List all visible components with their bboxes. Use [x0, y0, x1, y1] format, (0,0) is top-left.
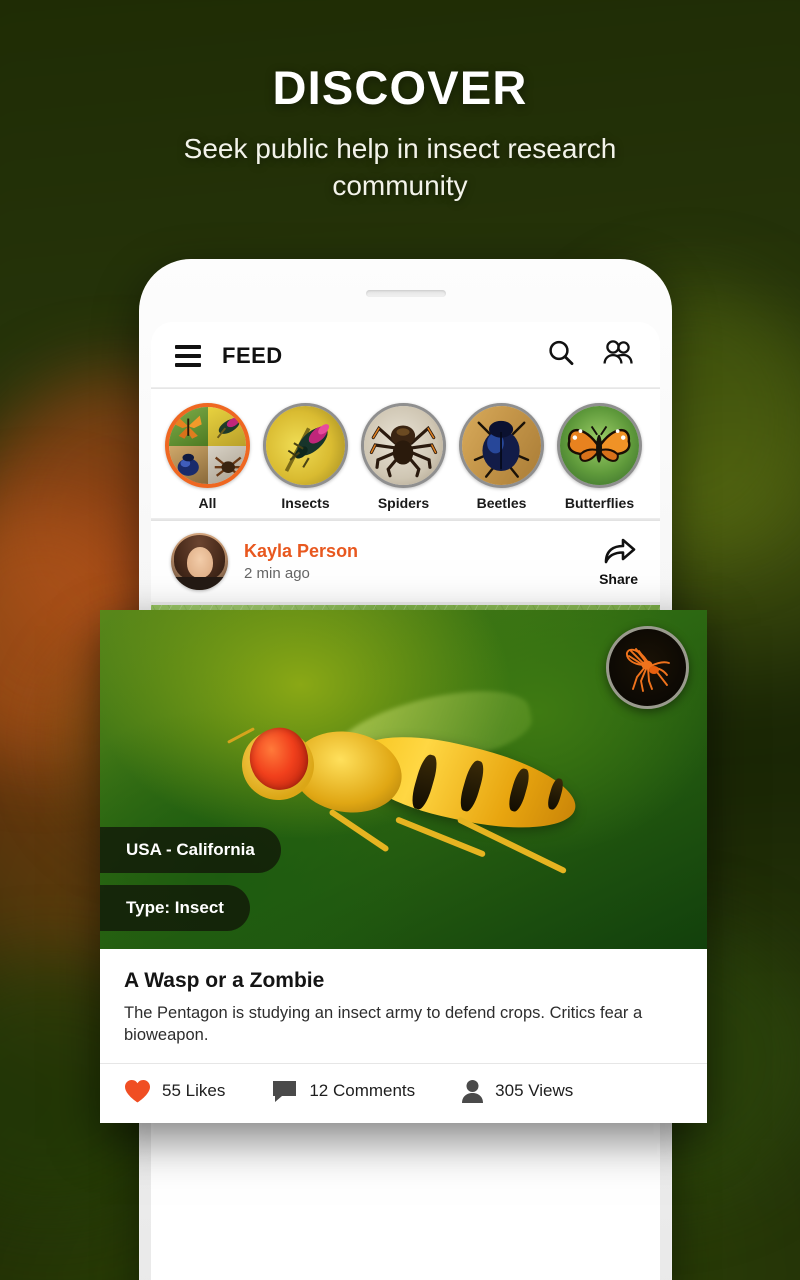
insect-thumb-icon [263, 403, 348, 488]
post-detail-card: USA - California Type: Insect A Wasp or … [100, 610, 707, 1123]
comment-icon [273, 1080, 297, 1102]
card-stats-bar: 55 Likes 12 Comments 305 Views [100, 1062, 707, 1120]
heart-icon [125, 1079, 150, 1103]
likes-label: 55 Likes [162, 1081, 226, 1101]
views-stat: 305 Views [461, 1079, 573, 1104]
avatar[interactable] [171, 533, 228, 590]
category-label: Beetles [476, 495, 527, 511]
category-list: All Insects Spiders Beetles Butterflies [151, 389, 660, 521]
app-bar-title: FEED [222, 342, 283, 368]
all-insects-grid-icon [165, 403, 250, 488]
category-item-butterflies[interactable]: Butterflies [557, 403, 642, 511]
category-label: Insects [281, 495, 330, 511]
spider-thumb-icon [361, 403, 446, 488]
type-tag: Type: Insect [100, 885, 250, 931]
comments-label: 12 Comments [309, 1081, 416, 1101]
card-media: USA - California Type: Insect [100, 610, 707, 949]
category-item-spiders[interactable]: Spiders [361, 403, 446, 511]
hamburger-icon[interactable] [175, 344, 201, 367]
category-item-beetles[interactable]: Beetles [459, 403, 544, 511]
post-author-name[interactable]: Kayla Person [244, 541, 599, 562]
category-label: Spiders [377, 495, 430, 511]
phone-speaker [365, 290, 446, 297]
post-timestamp: 2 min ago [244, 565, 310, 582]
people-icon[interactable] [602, 338, 634, 373]
comments-stat[interactable]: 12 Comments [271, 1079, 415, 1104]
app-logo-badge[interactable] [606, 626, 689, 709]
category-label: Butterflies [564, 495, 635, 511]
butterfly-thumb-icon [557, 403, 642, 488]
card-title: A Wasp or a Zombie [124, 969, 325, 992]
share-icon [604, 538, 635, 563]
wasp-logo-icon [625, 647, 670, 692]
page-title: DISCOVER [272, 61, 528, 114]
category-label: All [198, 495, 217, 511]
card-description: The Pentagon is studying an insect army … [124, 1004, 643, 1045]
category-item-all[interactable]: All [165, 403, 250, 511]
app-bar: FEED [151, 322, 660, 389]
beetle-thumb-icon [459, 403, 544, 488]
likes-stat[interactable]: 55 Likes [124, 1079, 225, 1104]
post-header: Kayla Person 2 min ago Share [151, 521, 660, 602]
card-body: A Wasp or a Zombie The Pentagon is study… [100, 949, 707, 1063]
search-icon[interactable] [546, 338, 576, 373]
page-subtitle: Seek public help in insect research comm… [183, 132, 617, 201]
share-button[interactable]: Share [599, 537, 638, 587]
views-icon [462, 1079, 484, 1103]
location-tag: USA - California [100, 827, 281, 873]
share-label: Share [599, 570, 638, 587]
views-label: 305 Views [495, 1081, 574, 1101]
hero-headings: DISCOVER Seek public help in insect rese… [0, 62, 800, 205]
category-item-insects[interactable]: Insects [263, 403, 348, 511]
